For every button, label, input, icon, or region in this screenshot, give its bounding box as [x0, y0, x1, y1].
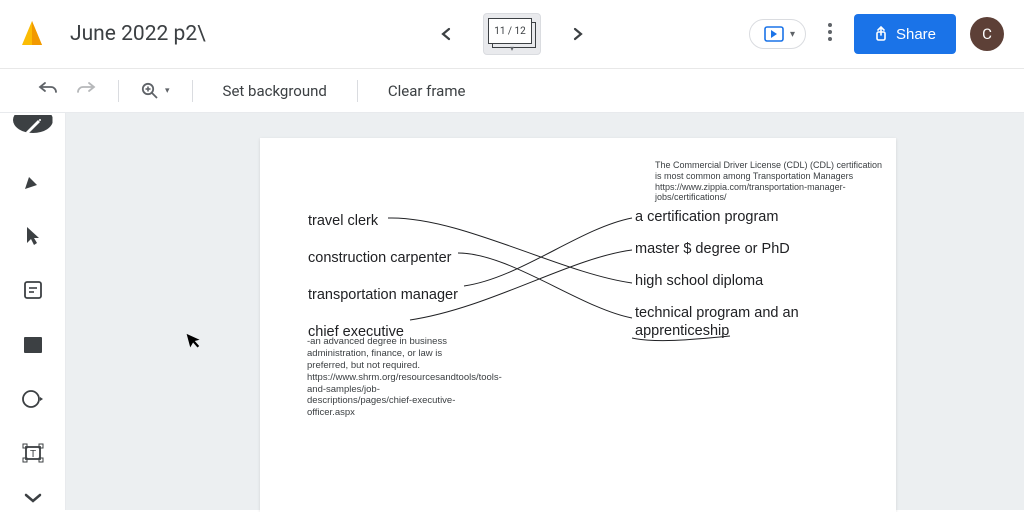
slide-selector[interactable]: 11 / 12 ▾ — [483, 13, 541, 55]
right-item: a certification program — [635, 208, 855, 227]
left-item: construction carpenter — [308, 249, 508, 268]
slide-counter: 11 / 12 — [488, 18, 532, 44]
slide-nav: 11 / 12 ▾ — [433, 13, 591, 55]
svg-text:T: T — [29, 449, 35, 460]
right-item: technical program and an apprenticeship — [635, 304, 855, 340]
canvas[interactable]: The Commercial Driver License (CDL) (CDL… — [66, 113, 1024, 510]
redo-button[interactable] — [76, 80, 96, 101]
right-item: high school diploma — [635, 272, 855, 291]
note-top: The Commercial Driver License (CDL) (CDL… — [655, 160, 885, 203]
more-tool[interactable] — [18, 486, 48, 510]
left-item: transportation manager — [308, 286, 508, 305]
separator — [118, 80, 119, 102]
top-actions: ▾ Share C — [749, 14, 1004, 54]
set-background-button[interactable]: Set background — [215, 82, 335, 100]
prev-slide-button[interactable] — [433, 16, 459, 52]
chevron-down-icon: ▾ — [510, 44, 514, 53]
avatar[interactable]: C — [970, 17, 1004, 51]
workarea: T The Commercial Driver License (CDL) (C… — [0, 113, 1024, 510]
present-button[interactable]: ▾ — [749, 19, 806, 49]
share-label: Share — [896, 26, 936, 43]
toolbar: ▾ Set background Clear frame — [0, 69, 1024, 113]
pen-tool[interactable] — [18, 169, 48, 193]
chevron-down-icon: ▾ — [165, 86, 170, 96]
undo-button[interactable] — [38, 80, 58, 101]
more-menu-button[interactable] — [820, 15, 840, 54]
side-toolbar: T — [0, 113, 66, 510]
image-tool[interactable] — [18, 332, 48, 356]
note-bottom: -an advanced degree in business administ… — [307, 336, 477, 419]
cursor-icon — [185, 330, 204, 355]
separator — [357, 80, 358, 102]
pointer-tool[interactable] — [18, 223, 48, 247]
zoom-control[interactable]: ▾ — [141, 82, 170, 100]
left-item: travel clerk — [308, 212, 508, 231]
next-slide-button[interactable] — [565, 16, 591, 52]
shape-tool[interactable] — [18, 387, 48, 411]
right-item: master $ degree or PhD — [635, 240, 855, 259]
note-tool[interactable] — [18, 278, 48, 302]
slide-frame[interactable]: The Commercial Driver License (CDL) (CDL… — [260, 138, 896, 512]
separator — [192, 80, 193, 102]
document-title[interactable]: June 2022 p2\ — [70, 22, 206, 46]
topbar: June 2022 p2\ 11 / 12 ▾ ▾ Share C — [0, 0, 1024, 69]
share-button[interactable]: Share — [854, 14, 956, 54]
textbox-tool[interactable]: T — [18, 441, 48, 465]
right-column: a certification program master $ degree … — [635, 208, 855, 353]
chevron-down-icon: ▾ — [790, 29, 795, 40]
app-logo — [20, 19, 44, 49]
clear-frame-button[interactable]: Clear frame — [380, 82, 474, 100]
